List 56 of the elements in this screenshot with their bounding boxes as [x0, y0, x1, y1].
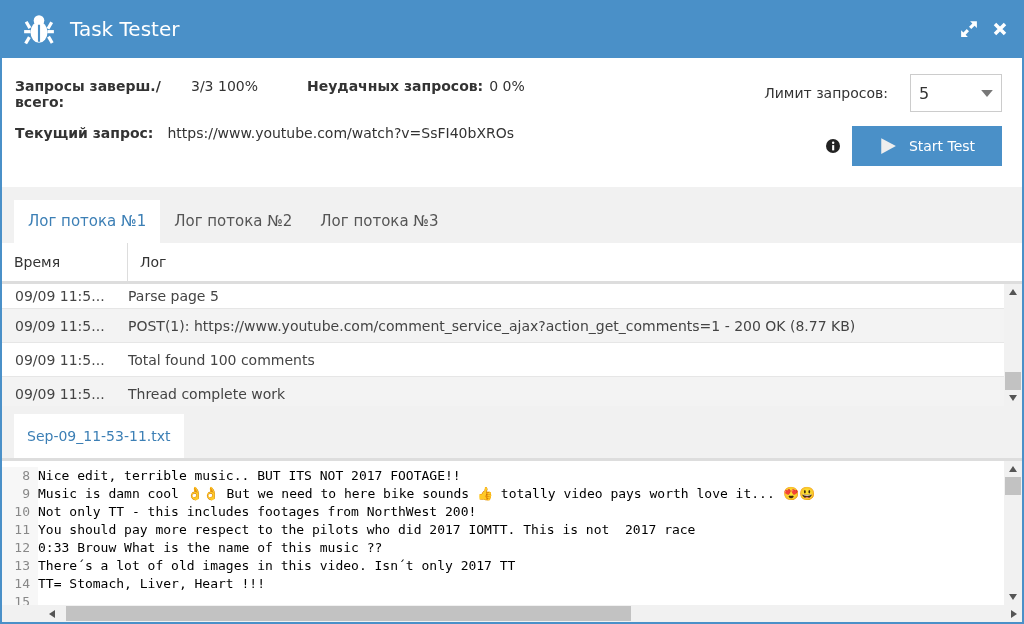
play-icon — [878, 137, 897, 155]
scrollbar[interactable] — [1004, 461, 1022, 605]
time-cell-text: 09/09 11:5... — [14, 288, 106, 304]
horizontal-scrollbar[interactable] — [2, 605, 1022, 622]
bug-icon — [22, 12, 56, 46]
code-line: Music is damn cool 👌👌 But we need to here bike sounds 👍 totally video pays worth love it... 😍😃 — [38, 485, 815, 503]
limit-select[interactable]: 5 — [910, 74, 1002, 112]
code-line: Not only TT - this includes footages from NorthWest 200! — [38, 503, 477, 521]
line-number: 8 — [2, 467, 38, 485]
stat-label: Запросы заверш./ всего: — [15, 78, 162, 110]
log-row[interactable]: 09/09 11:5... POST(1): https://www.youtube.com/comment_service_ajax?action_get_comments=1 - 200 OK (8.77 KB) — [2, 309, 1004, 343]
scroll-down-icon[interactable] — [1009, 594, 1017, 600]
log-cell: POST(1): https://www.youtube.com/comment_service_ajax?action_get_comments=1 - 200 OK (8.77 KB) — [128, 317, 856, 334]
scroll-thumb[interactable] — [1005, 477, 1021, 495]
scroll-left-icon[interactable] — [49, 609, 55, 618]
log-tab[interactable]: Лог потока №2 — [160, 200, 307, 243]
stat-label: Текущий запрос: — [15, 125, 154, 141]
close-icon[interactable] — [992, 21, 1008, 37]
file-tab[interactable]: Sep-09_11-53-11.txt — [14, 414, 184, 458]
line-number: 13 — [2, 557, 38, 575]
code-line: Nice edit, terrible music.. BUT ITS NOT 2017 FOOTAGE!! — [38, 467, 461, 485]
scroll-up-icon[interactable] — [1009, 289, 1017, 295]
log-cell: Total found 100 comments — [128, 351, 315, 368]
code-line: TT= Stomach, Liver, Heart !!! — [38, 575, 265, 593]
line-number: 9 — [2, 485, 38, 503]
limit-label: Лимит запросов: — [764, 85, 888, 101]
code-line: 0:33 Brouw What is the name of this music ?? — [38, 539, 383, 557]
current-url: https://www.youtube.com/watch?v=SsFI40bXROs — [167, 125, 515, 141]
code-line: You should pay more respect to the pilots who did 2017 IOMTT. This is not 2017 race — [38, 521, 696, 539]
line-number: 10 — [2, 503, 38, 521]
scroll-thumb[interactable] — [1005, 372, 1021, 390]
line-number: 11 — [2, 521, 38, 539]
log-row[interactable]: 09/09 11:5... Thread complete work — [2, 377, 1004, 406]
time-cell-text: 09/09 11:5... — [14, 385, 106, 402]
window-title: Task Tester — [70, 17, 180, 41]
caret-icon — [981, 89, 993, 97]
stat-value: 0 0% — [489, 78, 525, 94]
log-tab[interactable]: Лог потока №1 — [14, 200, 161, 243]
log-cell: Thread complete work — [128, 385, 286, 402]
info-icon[interactable] — [826, 139, 840, 153]
log-cell: Parse page 5 — [128, 288, 219, 304]
stat-label: Неудачных запросов: — [307, 78, 484, 94]
time-cell-text: 09/09 11:5... — [14, 351, 106, 368]
log-tab[interactable]: Лог потока №3 — [306, 200, 453, 243]
time-cell-text: 09/09 11:5... — [14, 317, 106, 334]
scroll-down-icon[interactable] — [1009, 395, 1017, 401]
code-line: There´s a lot of old images in this video. Isn´t only 2017 TT — [38, 557, 516, 575]
expand-icon[interactable] — [960, 20, 978, 38]
scroll-up-icon[interactable] — [1009, 466, 1017, 472]
column-header[interactable]: Время — [2, 243, 128, 281]
line-number: 14 — [2, 575, 38, 593]
line-number: 12 — [2, 539, 38, 557]
column-header[interactable]: Лог — [128, 243, 167, 281]
scroll-thumb[interactable] — [66, 606, 631, 621]
scroll-right-icon[interactable] — [1011, 609, 1017, 618]
stat-value: 3/3 100% — [191, 78, 259, 94]
